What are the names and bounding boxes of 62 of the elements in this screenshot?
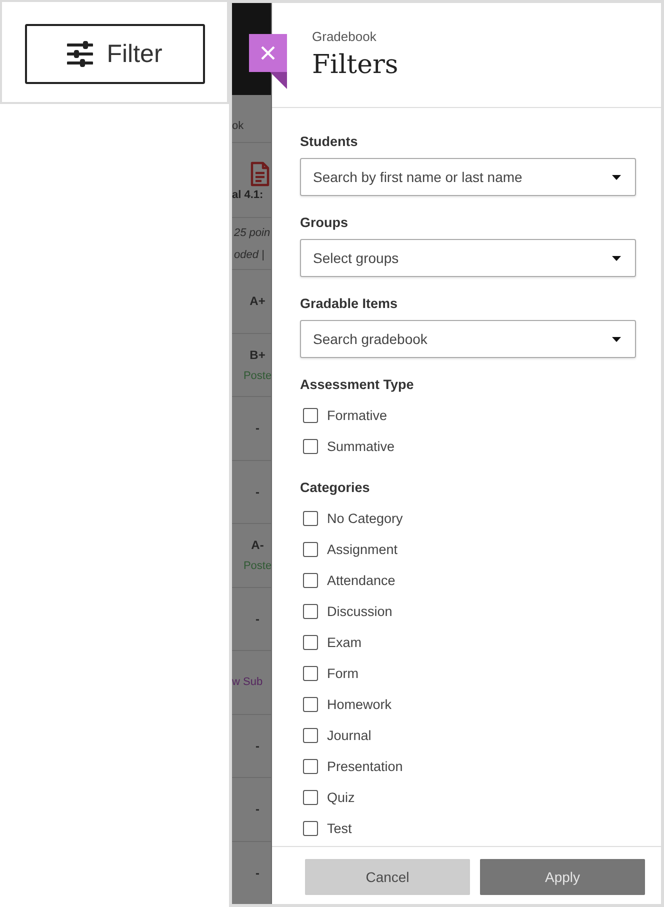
dropdown-field[interactable]: Search gradebook (300, 320, 636, 358)
caret-icon (612, 336, 621, 342)
checkbox-label[interactable]: Exam (327, 635, 362, 650)
checkbox-label[interactable]: Discussion (327, 604, 392, 619)
checkbox-label[interactable]: Journal (327, 728, 372, 743)
posted-status: Poste (243, 560, 271, 572)
caret-icon (612, 174, 621, 180)
grade-text: - (256, 484, 260, 499)
item-title: al 4.1: (232, 189, 264, 201)
grade-text: - (256, 612, 260, 626)
group-label: Categories (300, 479, 370, 497)
group-label: Assessment Type (300, 376, 414, 394)
checkbox[interactable] (303, 439, 318, 454)
checkbox-label[interactable]: Quiz (327, 790, 355, 805)
filter-button[interactable]: Filter (24, 24, 204, 84)
column-heading: ok (232, 120, 244, 132)
fold-icon (270, 72, 287, 89)
grade-text: - (256, 421, 260, 436)
grade-text: - (256, 738, 260, 753)
points-text: 25 poin (234, 226, 271, 238)
caret-icon (612, 256, 621, 260)
cancel-button[interactable]: Cancel (305, 859, 470, 895)
checkbox-label[interactable]: No Category (327, 511, 403, 526)
checkbox[interactable] (303, 728, 318, 743)
checkbox-label[interactable]: Assignment (327, 542, 398, 557)
checkbox[interactable] (303, 635, 318, 650)
dropdown-field[interactable]: Search by first name or last name (300, 158, 636, 196)
apply-button[interactable]: Apply (480, 859, 645, 895)
checkbox-label[interactable]: Formative (327, 408, 388, 423)
document-icon (250, 161, 270, 187)
breadcrumb: Gradebook (312, 29, 376, 45)
checkbox-label[interactable]: Homework (327, 697, 392, 712)
field-label: Gradable Items (300, 295, 398, 313)
checkbox[interactable] (303, 697, 318, 712)
panel-title: Filters (312, 49, 398, 82)
checkbox[interactable] (303, 666, 318, 681)
checkbox[interactable] (303, 604, 318, 619)
field-label: Groups (300, 214, 348, 232)
grade-text: B+ (250, 348, 266, 362)
close-icon (261, 46, 275, 60)
checkbox[interactable] (303, 408, 318, 423)
checkbox[interactable] (303, 573, 318, 588)
field-label: Students (300, 133, 358, 151)
checkbox[interactable] (303, 759, 318, 774)
checkbox[interactable] (303, 821, 318, 836)
grade-text: A+ (250, 294, 266, 308)
checkbox[interactable] (303, 790, 318, 805)
grade-text: - (256, 802, 260, 816)
close-button[interactable] (249, 34, 287, 72)
checkbox-label[interactable]: Attendance (327, 573, 396, 588)
checkbox[interactable] (303, 511, 318, 526)
status-text: oded | (234, 248, 266, 260)
dropdown-field[interactable]: Select groups (300, 239, 636, 277)
checkbox-label[interactable]: Form (327, 666, 358, 681)
checkbox[interactable] (303, 542, 318, 557)
checkbox-label[interactable]: Test (327, 821, 352, 836)
checkbox-label[interactable]: Presentation (327, 759, 403, 774)
sliders-icon (66, 41, 93, 67)
checkbox-label[interactable]: Summative (327, 439, 395, 454)
posted-status: Poste (243, 370, 271, 382)
grade-text: - (256, 866, 260, 880)
grade-text: A- (251, 538, 264, 552)
